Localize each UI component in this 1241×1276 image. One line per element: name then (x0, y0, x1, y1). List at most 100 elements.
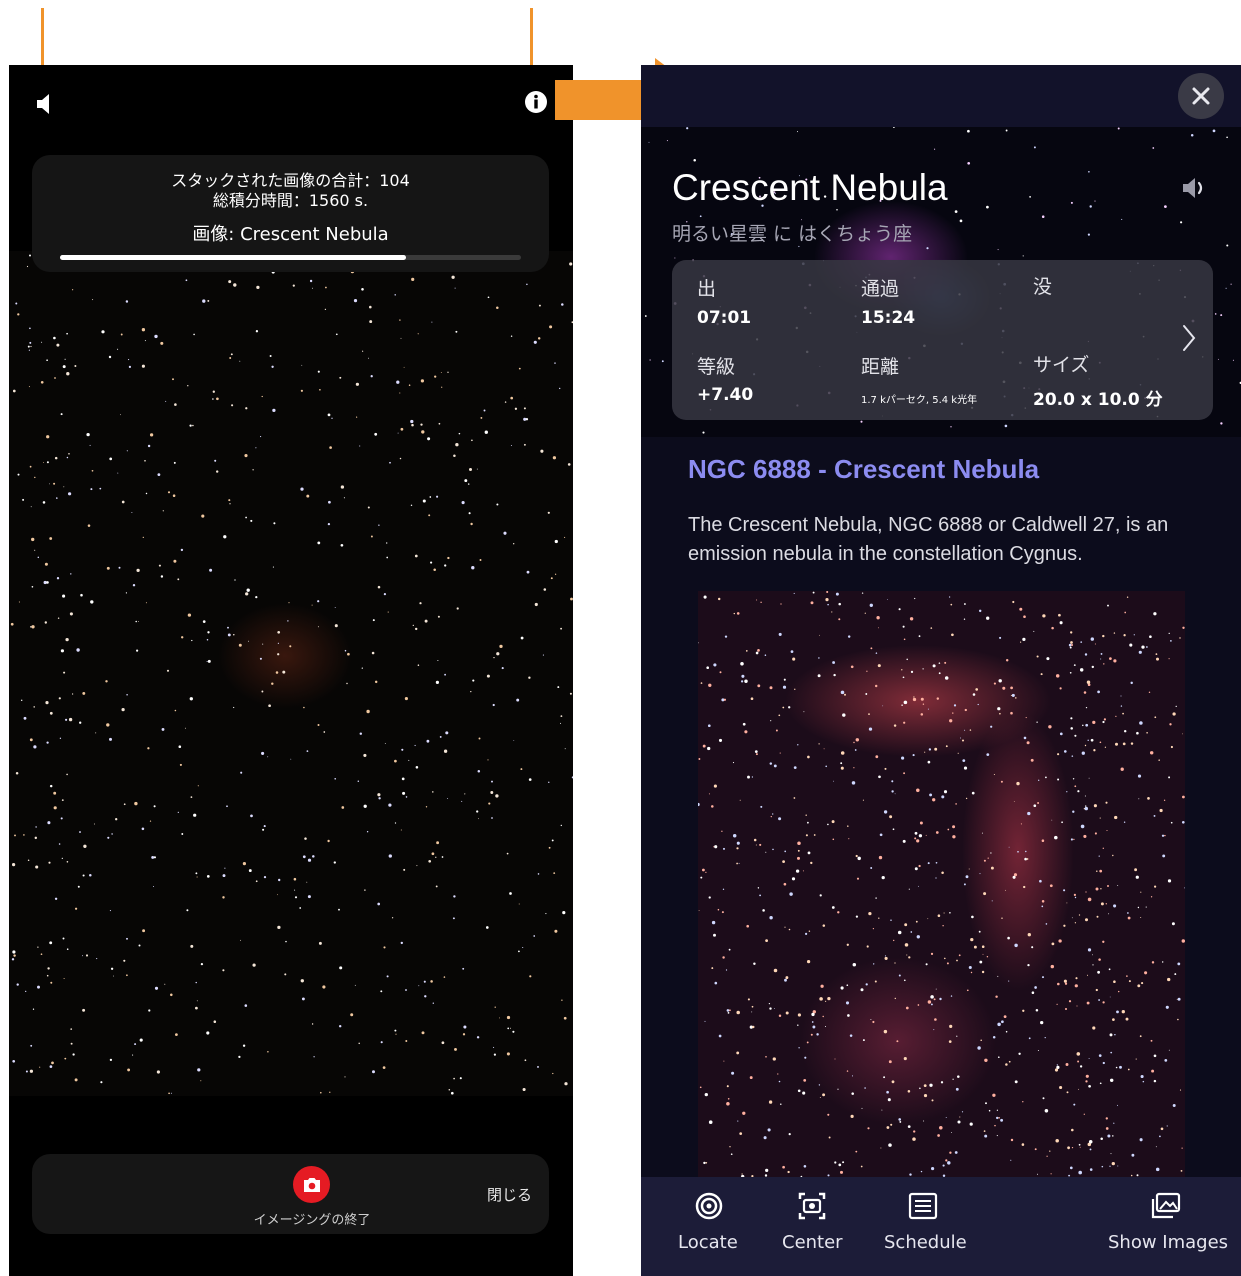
star (411, 423, 414, 427)
star (429, 496, 432, 498)
star (1225, 287, 1227, 289)
star (883, 810, 888, 814)
star (1036, 655, 1039, 658)
schedule-button[interactable]: Schedule (884, 1191, 970, 1261)
star (769, 686, 773, 690)
star (1090, 738, 1094, 742)
star (782, 1165, 785, 1169)
close-detail-button[interactable] (1178, 73, 1224, 119)
star (730, 1153, 733, 1156)
star (711, 920, 716, 925)
star (510, 396, 514, 400)
info-icon[interactable] (524, 90, 548, 114)
star (34, 836, 38, 840)
star (563, 1016, 567, 1020)
star (813, 834, 816, 836)
star (1026, 741, 1030, 745)
star (311, 1023, 314, 1025)
star (1018, 1052, 1021, 1055)
star (990, 852, 992, 854)
star (808, 930, 811, 932)
star (949, 719, 953, 723)
stop-imaging-button[interactable]: イメージングの終了 (252, 1166, 372, 1228)
star (699, 215, 702, 218)
star (1127, 912, 1129, 914)
star (53, 336, 56, 340)
locate-button[interactable]: Locate (678, 1191, 740, 1261)
star (780, 603, 782, 605)
star (20, 699, 23, 702)
star (887, 1098, 891, 1102)
star (806, 1041, 809, 1044)
star (1117, 1104, 1118, 1106)
star (115, 818, 118, 821)
magnitude-value: +7.40 (697, 385, 754, 405)
star (825, 765, 828, 768)
star (970, 971, 973, 974)
rise-value: 07:01 (697, 308, 752, 328)
star (986, 205, 989, 209)
star (713, 846, 715, 848)
star (63, 671, 66, 674)
star (273, 522, 276, 525)
star (434, 375, 437, 378)
star (952, 1078, 954, 1080)
star (518, 950, 520, 953)
star (386, 556, 389, 559)
star (933, 998, 936, 1001)
star (444, 564, 447, 567)
mute-speaker-icon[interactable] (36, 93, 54, 115)
visibility-info-card[interactable]: 出 07:01 通過 15:24 没 等級 +7.40 距離 1.7 kパーセク… (672, 260, 1213, 420)
star (674, 257, 676, 259)
star (927, 918, 929, 920)
star (62, 365, 66, 369)
star (244, 454, 248, 458)
star (1126, 596, 1129, 598)
star (538, 304, 541, 307)
star (126, 974, 128, 977)
star (23, 716, 27, 720)
star (753, 838, 757, 842)
star (842, 713, 846, 717)
star (1158, 759, 1160, 761)
star (788, 1133, 791, 1136)
center-button[interactable]: Center (782, 1191, 844, 1261)
close-button[interactable]: 閉じる (487, 1184, 532, 1205)
star (307, 858, 312, 862)
star (1027, 933, 1031, 937)
star (1155, 1167, 1160, 1172)
star (207, 659, 211, 663)
star (382, 1066, 386, 1069)
star (526, 283, 528, 286)
star (317, 370, 320, 373)
size-value: 20.0 x 10.0 分 (1033, 390, 1163, 410)
star (464, 793, 466, 795)
star (1099, 817, 1101, 819)
star (920, 1170, 923, 1173)
star (810, 1033, 813, 1036)
show-images-button[interactable]: Show Images (1108, 1191, 1228, 1261)
star (28, 349, 30, 351)
star (1107, 885, 1109, 887)
star (181, 833, 184, 835)
speaker-icon[interactable] (1181, 175, 1213, 201)
star (1035, 1008, 1039, 1012)
star (195, 872, 198, 875)
star (344, 1076, 346, 1078)
star (805, 834, 808, 837)
star (1085, 706, 1088, 709)
star (747, 998, 750, 1001)
star (447, 797, 449, 799)
star (1135, 875, 1139, 879)
star (1010, 694, 1012, 697)
star (335, 333, 338, 336)
star (982, 953, 984, 955)
star (946, 962, 949, 965)
stacking-progress-bar (60, 255, 521, 260)
star (424, 619, 428, 623)
star (909, 1173, 912, 1176)
star (1042, 1097, 1045, 1100)
star (252, 963, 256, 967)
star (256, 285, 260, 290)
star (1036, 721, 1038, 723)
